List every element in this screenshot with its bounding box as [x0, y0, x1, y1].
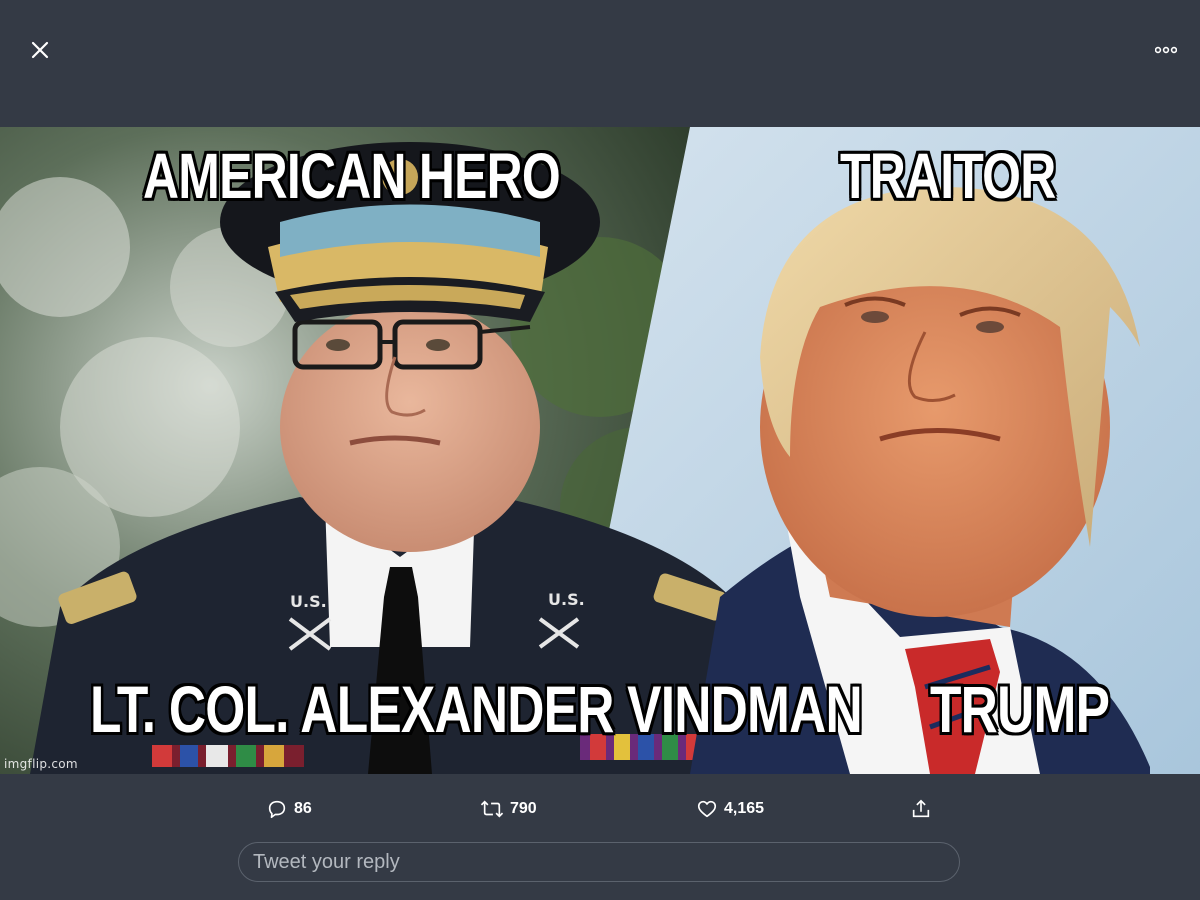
reply-count: 86: [294, 800, 312, 817]
tweet-actions-bar: 86 790 4,165: [0, 794, 1200, 824]
more-options-button[interactable]: [1150, 36, 1182, 64]
like-count: 4,165: [724, 800, 765, 817]
caption-top-right: TRAITOR: [840, 140, 1056, 212]
caption-bottom-left: LT. COL. ALEXANDER VINDMAN: [90, 672, 863, 746]
reply-button[interactable]: 86: [266, 794, 312, 824]
svg-text:U.S.: U.S.: [290, 592, 327, 611]
more-horizontal-icon: [1155, 46, 1177, 54]
retweet-count: 790: [510, 800, 537, 817]
image-watermark: imgflip.com: [4, 757, 78, 771]
caption-bottom-right: TRUMP: [930, 672, 1110, 746]
close-icon: [31, 41, 49, 59]
reply-placeholder: Tweet your reply: [253, 850, 400, 873]
retweet-button[interactable]: 790: [480, 794, 537, 824]
caption-top-left: AMERICAN HERO: [143, 140, 561, 212]
tweet-image[interactable]: U.S. U.S. AMERICAN HERO TRAITOR LT. COL.…: [0, 127, 1200, 774]
close-button[interactable]: [24, 34, 56, 66]
like-button[interactable]: 4,165: [696, 794, 764, 824]
svg-text:U.S.: U.S.: [548, 590, 585, 609]
reply-input[interactable]: Tweet your reply: [238, 842, 960, 882]
heart-icon: [697, 800, 717, 818]
media-viewer: U.S. U.S. AMERICAN HERO TRAITOR LT. COL.…: [0, 0, 1200, 900]
retweet-icon: [480, 800, 504, 818]
share-icon: [912, 799, 930, 818]
share-button[interactable]: [910, 794, 932, 824]
reply-icon: [268, 800, 286, 819]
